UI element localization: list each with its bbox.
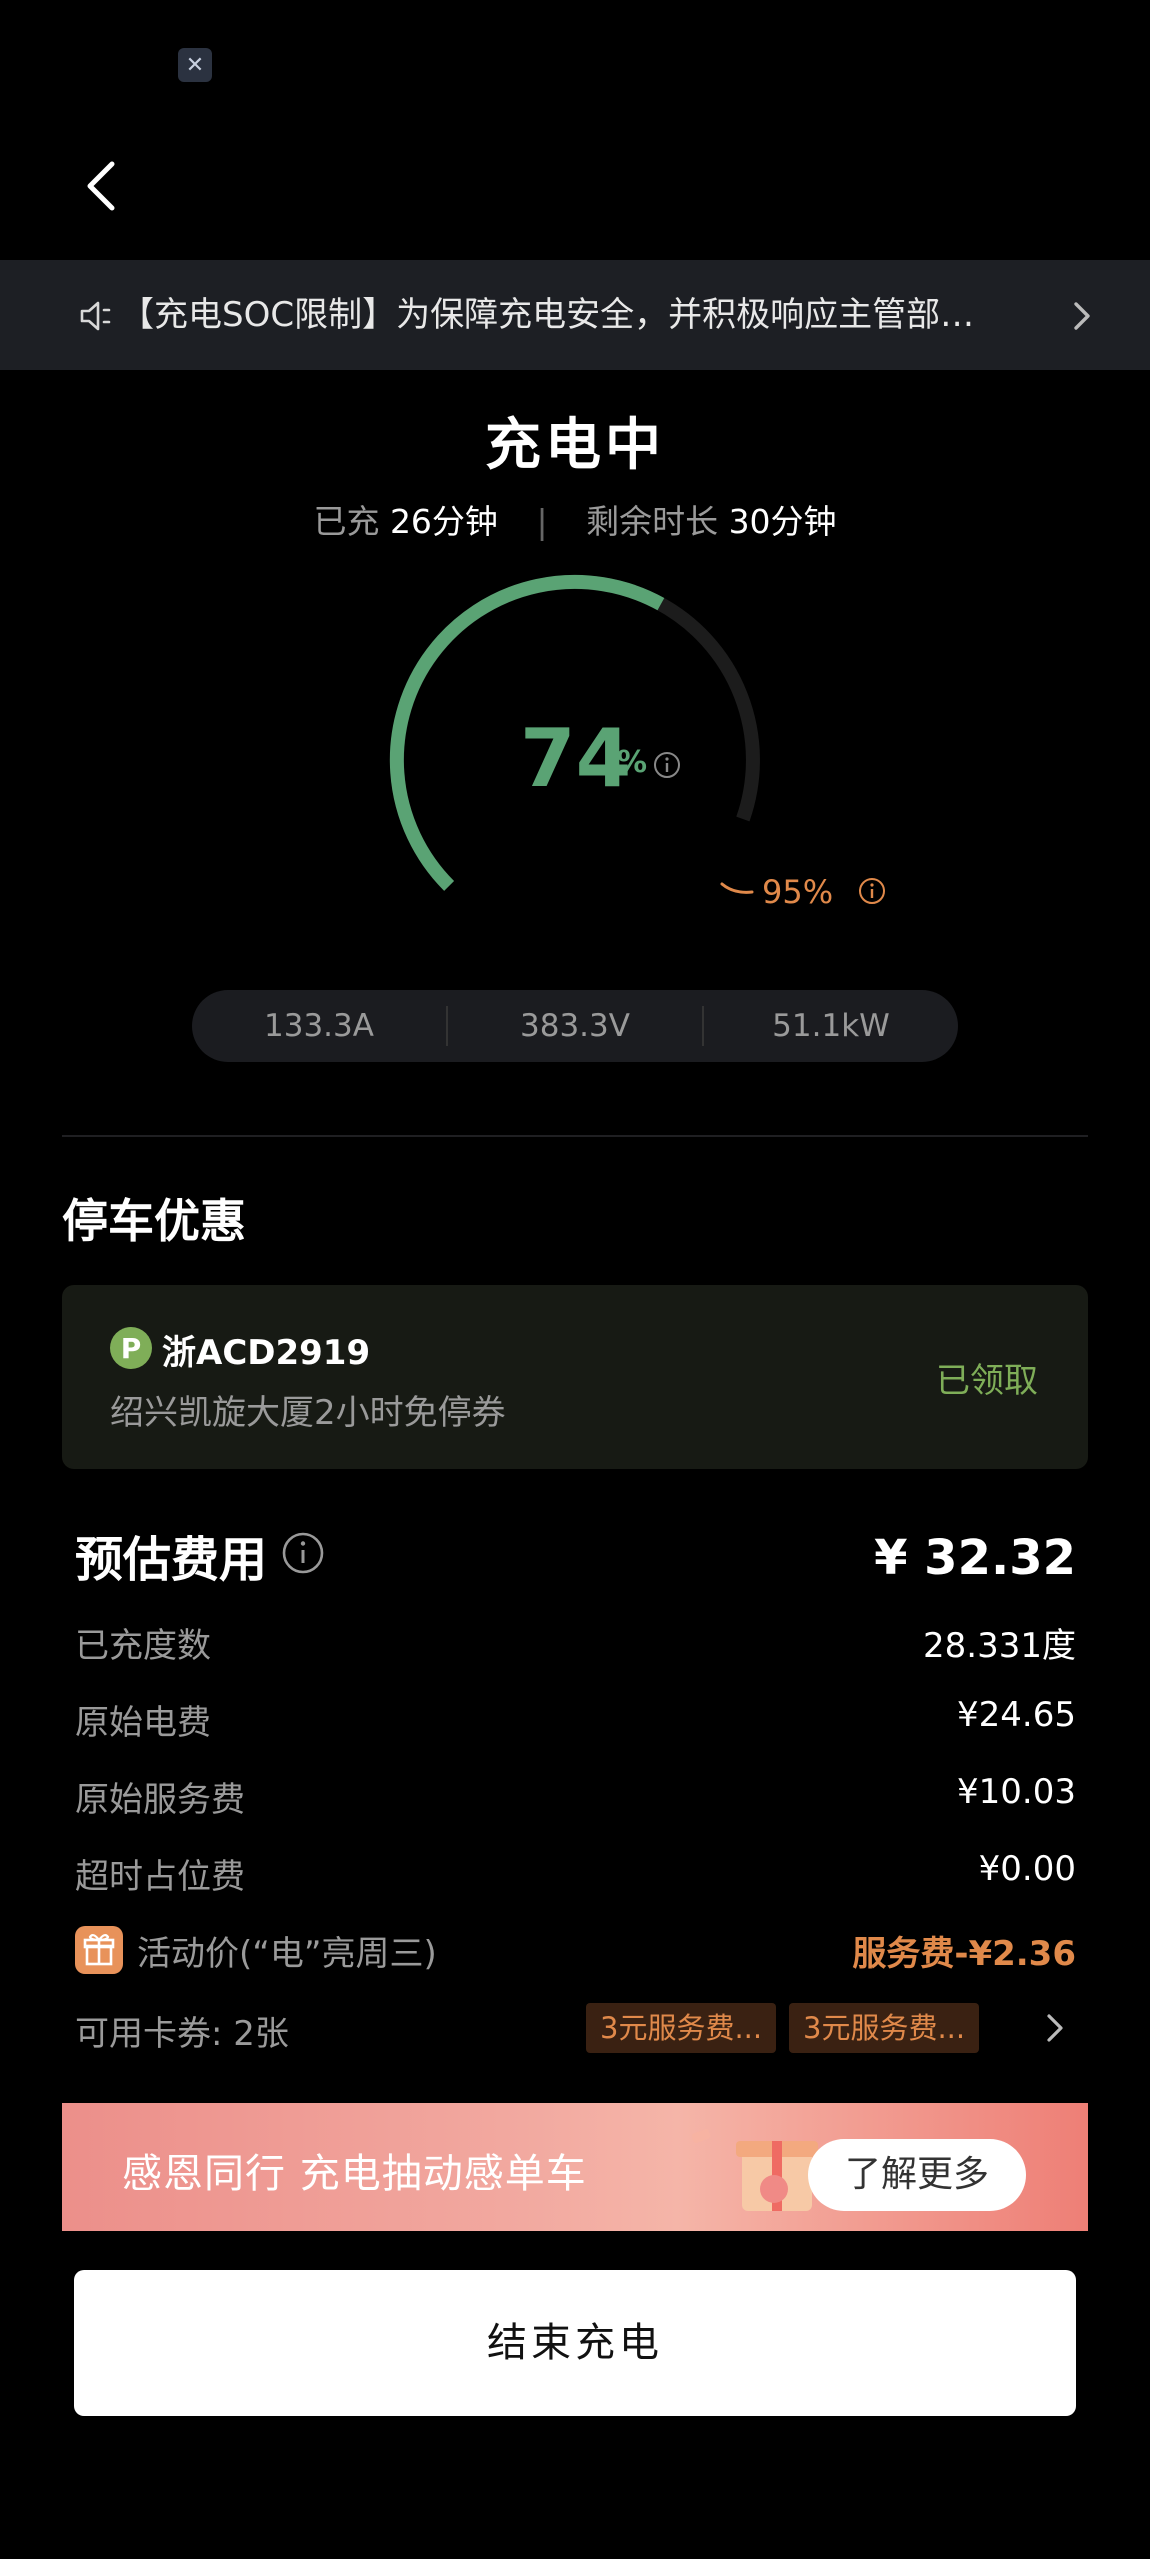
app-status-icon: ✕	[178, 48, 212, 82]
fee-value: ¥10.03	[957, 1772, 1076, 1812]
coupon-count-label: 可用卡券: 2张	[75, 2014, 289, 2054]
times-separator: |	[536, 502, 548, 541]
notice-bar[interactable]: 【充电SOC限制】为保障充电安全，并积极响应主管部…	[0, 260, 1150, 370]
charged-value: 26分钟	[389, 502, 498, 541]
parking-section-title: 停车优惠	[62, 1194, 246, 1248]
fee-row-electricity: 原始电费 ¥24.65	[75, 1695, 1076, 1745]
fee-row-energy: 已充度数 28.331度	[75, 1618, 1076, 1668]
fee-value: 28.331度	[923, 1626, 1076, 1666]
chevron-right-icon	[1074, 302, 1090, 330]
fee-row-overtime: 超时占位费 ¥0.00	[75, 1849, 1076, 1899]
charging-metrics: 133.3A 383.3V 51.1kW	[192, 990, 958, 1062]
promo-banner[interactable]: 感恩同行 充电抽动感单车 了解更多	[62, 2103, 1088, 2231]
fee-row-service: 原始服务费 ¥10.03	[75, 1772, 1076, 1822]
gift-icon	[75, 1926, 123, 1974]
remaining-value: 30分钟	[728, 502, 837, 541]
limit-marker-icon	[720, 882, 754, 894]
fee-section-title: 预估费用	[75, 1532, 268, 1588]
soc-info-icon[interactable]	[652, 750, 682, 780]
notice-text: 【充电SOC限制】为保障充电安全，并积极响应主管部…	[120, 295, 975, 335]
promo-label: 活动价(“电”亮周三)	[137, 1934, 437, 1974]
section-divider	[62, 1135, 1088, 1137]
fee-label: 原始电费	[75, 1703, 211, 1743]
charging-times: 已充 26分钟 | 剩余时长 30分钟	[0, 495, 1150, 543]
charged-label: 已充	[313, 502, 380, 541]
chevron-left-icon	[87, 161, 115, 211]
parking-coupon-card[interactable]: P 浙ACD2919 绍兴凯旋大厦2小时免停券 已领取	[62, 1285, 1088, 1469]
learn-more-button[interactable]: 了解更多	[808, 2139, 1026, 2211]
coupon-chip[interactable]: 3元服务费...	[586, 2003, 777, 2053]
fee-info-icon[interactable]	[280, 1530, 326, 1576]
fee-label: 已充度数	[75, 1626, 211, 1666]
back-button[interactable]	[70, 150, 130, 222]
metric-power: 51.1kW	[772, 1008, 890, 1044]
fee-row-promotion: 活动价(“电”亮周三) 服务费-¥2.36	[75, 1926, 1076, 1976]
license-plate: 浙ACD2919	[162, 1333, 371, 1373]
parking-coupon-desc: 绍兴凯旋大厦2小时免停券	[110, 1393, 506, 1433]
end-charging-button[interactable]: 结束充电	[74, 2270, 1076, 2416]
limit-info-icon[interactable]	[857, 876, 887, 906]
promo-value: 服务费-¥2.36	[852, 1934, 1076, 1974]
metric-voltage: 383.3V	[520, 1008, 630, 1044]
banner-text: 感恩同行 充电抽动感单车	[122, 2151, 587, 2197]
remaining-label: 剩余时长	[586, 502, 719, 541]
fee-value: ¥24.65	[957, 1695, 1076, 1735]
coupon-claimed-status: 已领取	[936, 1361, 1038, 1401]
fee-value: ¥0.00	[978, 1849, 1076, 1889]
coupon-chip[interactable]: 3元服务费...	[789, 2003, 980, 2053]
speaker-icon	[80, 301, 111, 331]
charging-status-title: 充电中	[485, 413, 665, 478]
chevron-right-icon[interactable]	[1043, 2010, 1067, 2046]
soc-percent-unit: %	[617, 745, 648, 780]
fee-label: 超时占位费	[75, 1857, 245, 1897]
soc-limit-text: 95%	[762, 873, 834, 911]
parking-icon: P	[110, 1327, 152, 1369]
fee-total: ¥ 32.32	[874, 1530, 1076, 1586]
fee-label: 原始服务费	[75, 1780, 245, 1820]
soc-percent-value: 74	[520, 712, 632, 805]
metric-current: 133.3A	[264, 1008, 374, 1044]
